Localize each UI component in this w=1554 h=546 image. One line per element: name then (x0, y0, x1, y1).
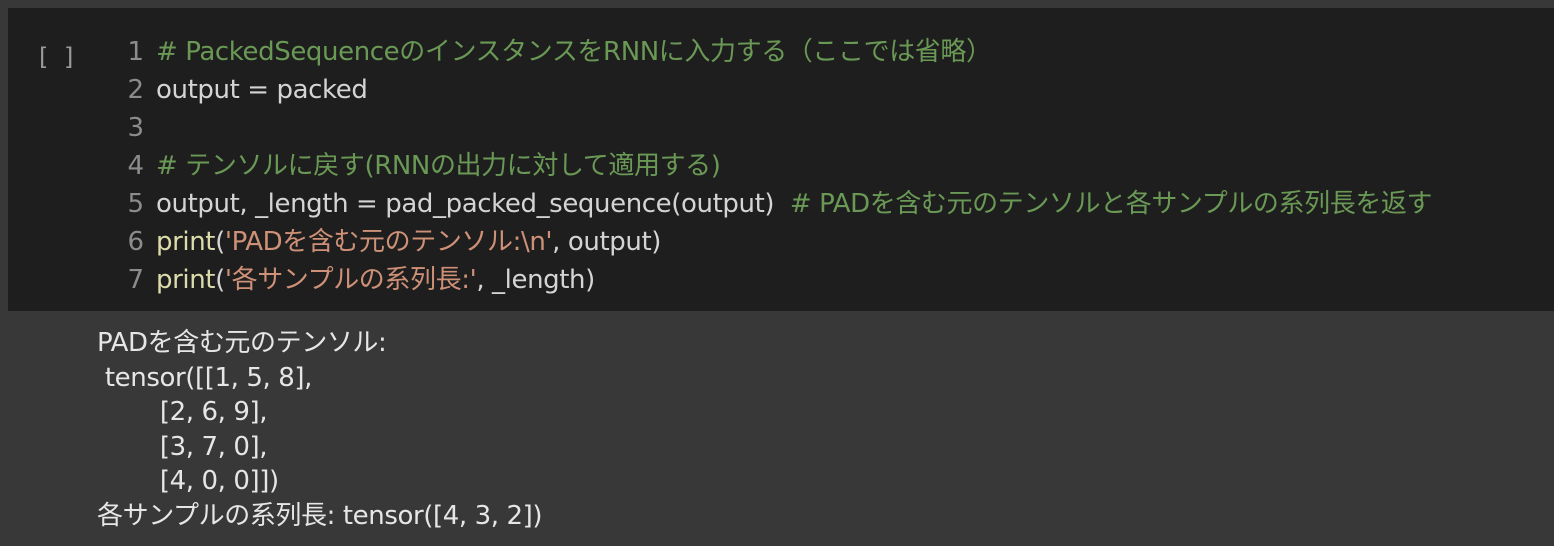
code-token: output, _length = pad_packed_sequence(ou… (156, 189, 790, 219)
line-code: output = packed (156, 71, 368, 109)
code-token: ( (215, 265, 225, 295)
line-number: 5 (127, 189, 144, 219)
line-number: 2 (127, 75, 144, 105)
notebook-cell: [ ] 1 # PackedSequenceのインスタンスをRNNに入力する（ここ… (0, 0, 1554, 546)
line-code: print('PADを含む元のテンソル:\n', output) (156, 223, 661, 261)
line-code: output, _length = pad_packed_sequence(ou… (156, 185, 1433, 223)
code-token: , _length) (476, 265, 595, 295)
code-token: output = packed (156, 75, 368, 105)
code-lines: 1 # PackedSequenceのインスタンスをRNNに入力する（ここでは省略… (8, 33, 1554, 299)
code-line[interactable]: 5 output, _length = pad_packed_sequence(o… (8, 185, 1554, 223)
line-code: # テンソルに戻す(RNNの出力に対して適用する) (156, 147, 721, 185)
output-line: [2, 6, 9], (97, 397, 268, 427)
code-token: ( (215, 227, 225, 257)
code-line[interactable]: 3 (8, 109, 1554, 147)
line-number: 4 (127, 151, 144, 181)
code-token: '各サンプルの系列長:' (224, 265, 477, 295)
output-line: [3, 7, 0], (97, 431, 268, 462)
code-token: # テンソルに戻す(RNNの出力に対して適用する) (156, 151, 721, 181)
code-token: print (156, 227, 216, 257)
output-line: PADを含む元のテンソル: (97, 328, 387, 358)
code-token: # PADを含む元のテンソルと各サンプルの系列長を返す (789, 189, 1433, 219)
line-code: print('各サンプルの系列長:', _length) (156, 261, 595, 299)
code-token: 'PADを含む元のテンソル:\n' (224, 227, 553, 257)
line-code: # PackedSequenceのインスタンスをRNNに入力する（ここでは省略） (156, 33, 992, 71)
output-line: 各サンプルの系列長: tensor([4, 3, 2]) (97, 500, 543, 531)
code-line[interactable]: 2 output = packed (8, 71, 1554, 109)
code-token: , output) (552, 227, 662, 257)
code-line[interactable]: 7 print('各サンプルの系列長:', _length) (8, 261, 1554, 299)
line-number: 3 (127, 113, 144, 143)
code-line[interactable]: 6 print('PADを含む元のテンソル:\n', output) (8, 223, 1554, 261)
output-line: tensor([[1, 5, 8], (97, 362, 313, 393)
line-number: 6 (127, 227, 144, 257)
line-number: 7 (127, 265, 144, 295)
cell-output: PADを含む元のテンソル: tensor([[1, 5, 8], [2, 6, … (97, 326, 543, 533)
code-editor[interactable]: [ ] 1 # PackedSequenceのインスタンスをRNNに入力する（ここ… (8, 8, 1554, 311)
code-line[interactable]: 1 # PackedSequenceのインスタンスをRNNに入力する（ここでは省略… (8, 33, 1554, 71)
code-token: print (156, 265, 216, 295)
line-number: 1 (127, 37, 144, 67)
output-line: [4, 0, 0]]) (97, 466, 279, 496)
code-token: # PackedSequenceのインスタンスをRNNに入力する（ここでは省略） (156, 37, 992, 67)
code-line[interactable]: 4 # テンソルに戻す(RNNの出力に対して適用する) (8, 147, 1554, 185)
